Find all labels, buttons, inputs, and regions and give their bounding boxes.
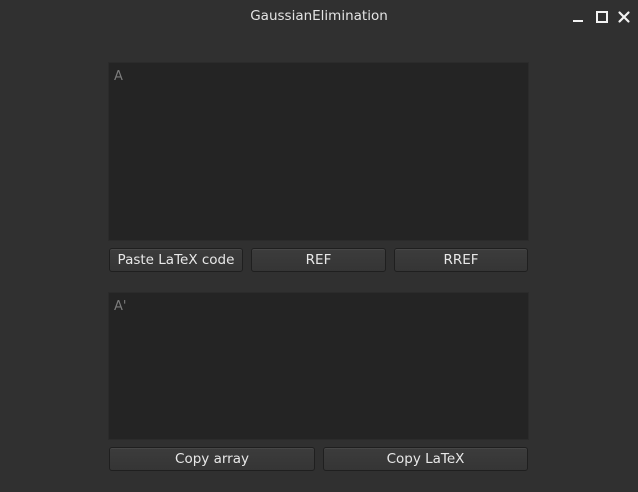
close-button[interactable] — [617, 10, 631, 24]
matrix-input[interactable]: A — [108, 62, 529, 241]
maximize-icon — [596, 11, 608, 23]
result-output[interactable]: A' — [108, 292, 529, 440]
close-icon — [618, 11, 630, 23]
paste-latex-button[interactable]: Paste LaTeX code — [109, 248, 243, 272]
matrix-input-placeholder: A — [114, 69, 123, 84]
maximize-button[interactable] — [595, 10, 609, 24]
title-bar[interactable]: GaussianElimination — [0, 0, 638, 34]
minimize-icon — [573, 20, 583, 22]
result-output-placeholder: A' — [114, 299, 127, 314]
window-title: GaussianElimination — [250, 8, 388, 24]
copy-latex-button[interactable]: Copy LaTeX — [323, 447, 528, 471]
app-window: GaussianElimination A Paste LaTeX code R… — [0, 0, 638, 492]
copy-array-button[interactable]: Copy array — [109, 447, 315, 471]
minimize-button[interactable] — [571, 10, 585, 24]
rref-button[interactable]: RREF — [394, 248, 528, 272]
ref-button[interactable]: REF — [251, 248, 386, 272]
